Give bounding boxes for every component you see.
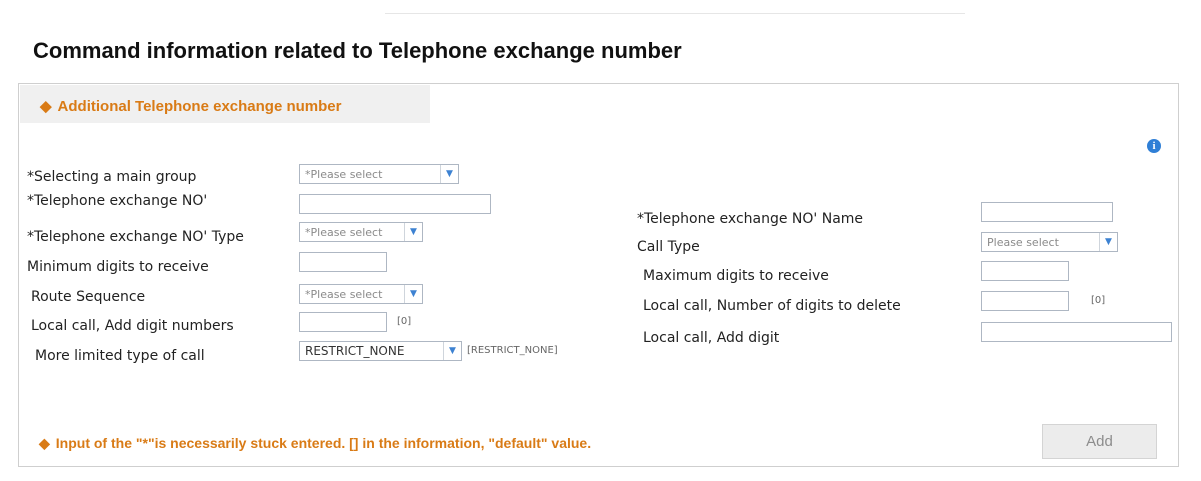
info-icon[interactable]: i (1147, 139, 1161, 153)
exchange-type-label: *Telephone exchange NO' Type (27, 229, 244, 245)
digits-to-delete-input[interactable] (981, 291, 1069, 311)
call-type-select[interactable]: Please select ▼ (981, 232, 1118, 252)
limited-call-type-default: [RESTRICT_NONE] (467, 345, 558, 356)
chevron-down-icon: ▼ (1099, 233, 1117, 251)
add-digit-numbers-input[interactable] (299, 312, 387, 332)
section-header: ◆ Additional Telephone exchange number (20, 85, 430, 123)
exchange-no-input[interactable] (299, 194, 491, 214)
min-digits-label: Minimum digits to receive (27, 259, 209, 275)
digits-to-delete-label: Local call, Number of digits to delete (643, 298, 901, 314)
max-digits-input[interactable] (981, 261, 1069, 281)
diamond-bullet-icon: ◆ (39, 435, 50, 451)
footer-note: Input of the "*"is necessarily stuck ent… (55, 435, 592, 451)
min-digits-input[interactable] (299, 252, 387, 272)
section-title: Additional Telephone exchange number (57, 98, 342, 115)
limited-call-type-select[interactable]: RESTRICT_NONE ▼ (299, 341, 462, 361)
chevron-down-icon: ▼ (443, 342, 461, 360)
top-divider (385, 13, 965, 14)
exchange-name-label: *Telephone exchange NO' Name (637, 211, 864, 227)
limited-call-type-select-value: RESTRICT_NONE (305, 344, 405, 358)
chevron-down-icon: ▼ (404, 223, 422, 241)
max-digits-label: Maximum digits to receive (643, 268, 829, 284)
chevron-down-icon: ▼ (440, 165, 458, 183)
route-sequence-label: Route Sequence (31, 289, 146, 305)
add-button[interactable]: Add (1042, 424, 1157, 459)
main-group-select-value: *Please select (305, 168, 383, 181)
main-group-label: *Selecting a main group (27, 169, 197, 185)
add-digit-input[interactable] (981, 322, 1172, 342)
add-digit-numbers-label: Local call, Add digit numbers (31, 318, 234, 334)
section-title-row: ◆ Additional Telephone exchange number (40, 97, 341, 115)
exchange-name-input[interactable] (981, 202, 1113, 222)
form-panel: ◆ Additional Telephone exchange number i … (18, 83, 1179, 467)
add-digit-numbers-default: [0] (397, 316, 412, 327)
limited-call-type-label: More limited type of call (35, 348, 205, 364)
diamond-bullet-icon: ◆ (40, 98, 52, 115)
call-type-label: Call Type (637, 239, 700, 255)
route-sequence-select[interactable]: *Please select ▼ (299, 284, 423, 304)
digits-to-delete-default: [0] (1091, 295, 1106, 306)
main-group-select[interactable]: *Please select ▼ (299, 164, 459, 184)
page-title: Command information related to Telephone… (33, 38, 682, 63)
exchange-no-label: *Telephone exchange NO' (27, 193, 208, 209)
add-digit-label: Local call, Add digit (643, 330, 780, 346)
route-sequence-select-value: *Please select (305, 288, 383, 301)
exchange-type-select-value: *Please select (305, 226, 383, 239)
call-type-select-value: Please select (987, 236, 1059, 249)
footer-note-row: ◆ Input of the "*"is necessarily stuck en… (39, 435, 591, 452)
chevron-down-icon: ▼ (404, 285, 422, 303)
exchange-type-select[interactable]: *Please select ▼ (299, 222, 423, 242)
